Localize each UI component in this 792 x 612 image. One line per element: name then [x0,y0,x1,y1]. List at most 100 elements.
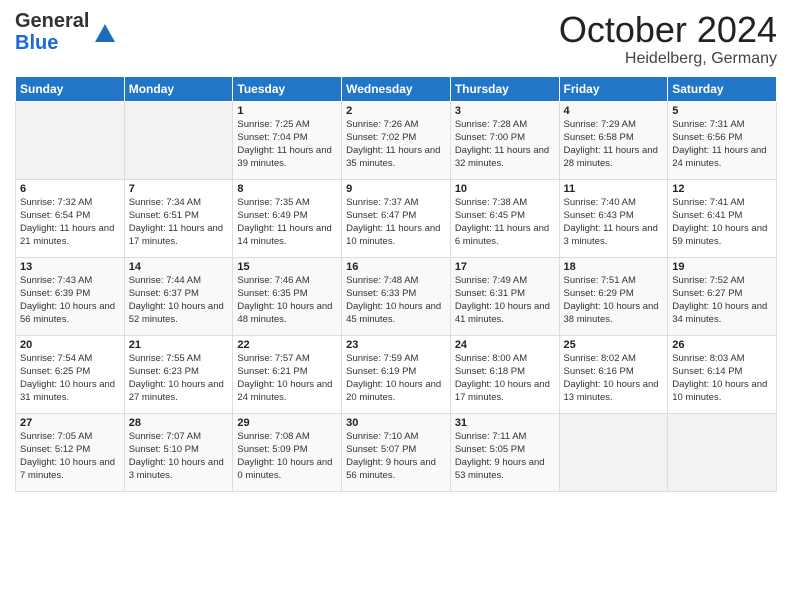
col-saturday: Saturday [668,76,777,101]
day-info: Sunrise: 7:48 AMSunset: 6:33 PMDaylight:… [346,274,446,327]
day-info: Sunrise: 7:46 AMSunset: 6:35 PMDaylight:… [237,274,337,327]
calendar-cell: 25Sunrise: 8:02 AMSunset: 6:16 PMDayligh… [559,335,668,413]
col-thursday: Thursday [450,76,559,101]
day-info: Sunrise: 7:54 AMSunset: 6:25 PMDaylight:… [20,352,120,405]
col-tuesday: Tuesday [233,76,342,101]
calendar-cell: 27Sunrise: 7:05 AMSunset: 5:12 PMDayligh… [16,413,125,491]
calendar-cell: 12Sunrise: 7:41 AMSunset: 6:41 PMDayligh… [668,179,777,257]
day-number: 30 [346,417,446,429]
day-number: 4 [564,105,664,117]
logo-blue-text: Blue [15,32,58,54]
location: Heidelberg, Germany [559,50,777,68]
calendar-week-row: 6Sunrise: 7:32 AMSunset: 6:54 PMDaylight… [16,179,777,257]
day-info: Sunrise: 8:00 AMSunset: 6:18 PMDaylight:… [455,352,555,405]
calendar-cell: 14Sunrise: 7:44 AMSunset: 6:37 PMDayligh… [124,257,233,335]
day-number: 11 [564,183,664,195]
calendar-cell: 3Sunrise: 7:28 AMSunset: 7:00 PMDaylight… [450,101,559,179]
day-number: 20 [20,339,120,351]
calendar-cell: 29Sunrise: 7:08 AMSunset: 5:09 PMDayligh… [233,413,342,491]
calendar-cell: 16Sunrise: 7:48 AMSunset: 6:33 PMDayligh… [342,257,451,335]
day-number: 5 [672,105,772,117]
day-number: 13 [20,261,120,273]
calendar-cell [16,101,125,179]
day-info: Sunrise: 7:08 AMSunset: 5:09 PMDaylight:… [237,430,337,483]
calendar-cell: 9Sunrise: 7:37 AMSunset: 6:47 PMDaylight… [342,179,451,257]
day-number: 28 [129,417,229,429]
calendar-cell: 13Sunrise: 7:43 AMSunset: 6:39 PMDayligh… [16,257,125,335]
calendar-cell: 6Sunrise: 7:32 AMSunset: 6:54 PMDaylight… [16,179,125,257]
day-number: 16 [346,261,446,273]
day-info: Sunrise: 7:55 AMSunset: 6:23 PMDaylight:… [129,352,229,405]
day-number: 26 [672,339,772,351]
day-number: 31 [455,417,555,429]
day-info: Sunrise: 7:28 AMSunset: 7:00 PMDaylight:… [455,118,555,171]
calendar-table: Sunday Monday Tuesday Wednesday Thursday… [15,76,777,492]
day-info: Sunrise: 8:02 AMSunset: 6:16 PMDaylight:… [564,352,664,405]
day-info: Sunrise: 7:49 AMSunset: 6:31 PMDaylight:… [455,274,555,327]
calendar-cell: 22Sunrise: 7:57 AMSunset: 6:21 PMDayligh… [233,335,342,413]
day-number: 25 [564,339,664,351]
day-info: Sunrise: 7:11 AMSunset: 5:05 PMDaylight:… [455,430,555,483]
day-number: 18 [564,261,664,273]
calendar-cell [559,413,668,491]
col-friday: Friday [559,76,668,101]
day-info: Sunrise: 7:07 AMSunset: 5:10 PMDaylight:… [129,430,229,483]
calendar-cell [124,101,233,179]
day-number: 2 [346,105,446,117]
col-sunday: Sunday [16,76,125,101]
calendar-cell: 19Sunrise: 7:52 AMSunset: 6:27 PMDayligh… [668,257,777,335]
day-info: Sunrise: 7:37 AMSunset: 6:47 PMDaylight:… [346,196,446,249]
day-info: Sunrise: 7:40 AMSunset: 6:43 PMDaylight:… [564,196,664,249]
day-info: Sunrise: 7:43 AMSunset: 6:39 PMDaylight:… [20,274,120,327]
calendar-cell: 21Sunrise: 7:55 AMSunset: 6:23 PMDayligh… [124,335,233,413]
calendar-week-row: 13Sunrise: 7:43 AMSunset: 6:39 PMDayligh… [16,257,777,335]
day-number: 15 [237,261,337,273]
calendar-week-row: 20Sunrise: 7:54 AMSunset: 6:25 PMDayligh… [16,335,777,413]
calendar-cell: 24Sunrise: 8:00 AMSunset: 6:18 PMDayligh… [450,335,559,413]
logo-icon [91,18,119,46]
calendar-cell: 31Sunrise: 7:11 AMSunset: 5:05 PMDayligh… [450,413,559,491]
logo: General Blue [15,10,119,54]
day-number: 9 [346,183,446,195]
col-monday: Monday [124,76,233,101]
day-info: Sunrise: 7:59 AMSunset: 6:19 PMDaylight:… [346,352,446,405]
day-info: Sunrise: 7:34 AMSunset: 6:51 PMDaylight:… [129,196,229,249]
calendar-cell: 30Sunrise: 7:10 AMSunset: 5:07 PMDayligh… [342,413,451,491]
calendar-cell: 8Sunrise: 7:35 AMSunset: 6:49 PMDaylight… [233,179,342,257]
calendar-cell: 15Sunrise: 7:46 AMSunset: 6:35 PMDayligh… [233,257,342,335]
calendar-cell: 7Sunrise: 7:34 AMSunset: 6:51 PMDaylight… [124,179,233,257]
month-title: October 2024 [559,10,777,50]
day-info: Sunrise: 7:10 AMSunset: 5:07 PMDaylight:… [346,430,446,483]
day-info: Sunrise: 7:38 AMSunset: 6:45 PMDaylight:… [455,196,555,249]
calendar-week-row: 27Sunrise: 7:05 AMSunset: 5:12 PMDayligh… [16,413,777,491]
day-number: 24 [455,339,555,351]
calendar-week-row: 1Sunrise: 7:25 AMSunset: 7:04 PMDaylight… [16,101,777,179]
calendar-cell [668,413,777,491]
calendar-cell: 28Sunrise: 7:07 AMSunset: 5:10 PMDayligh… [124,413,233,491]
day-info: Sunrise: 7:25 AMSunset: 7:04 PMDaylight:… [237,118,337,171]
day-number: 21 [129,339,229,351]
logo-general-text: General [15,10,89,32]
day-info: Sunrise: 7:29 AMSunset: 6:58 PMDaylight:… [564,118,664,171]
day-info: Sunrise: 7:52 AMSunset: 6:27 PMDaylight:… [672,274,772,327]
day-info: Sunrise: 7:32 AMSunset: 6:54 PMDaylight:… [20,196,120,249]
day-info: Sunrise: 7:26 AMSunset: 7:02 PMDaylight:… [346,118,446,171]
day-info: Sunrise: 7:51 AMSunset: 6:29 PMDaylight:… [564,274,664,327]
day-info: Sunrise: 7:05 AMSunset: 5:12 PMDaylight:… [20,430,120,483]
calendar-cell: 18Sunrise: 7:51 AMSunset: 6:29 PMDayligh… [559,257,668,335]
calendar-cell: 10Sunrise: 7:38 AMSunset: 6:45 PMDayligh… [450,179,559,257]
day-number: 29 [237,417,337,429]
day-info: Sunrise: 8:03 AMSunset: 6:14 PMDaylight:… [672,352,772,405]
col-wednesday: Wednesday [342,76,451,101]
day-number: 17 [455,261,555,273]
day-info: Sunrise: 7:31 AMSunset: 6:56 PMDaylight:… [672,118,772,171]
day-number: 14 [129,261,229,273]
day-info: Sunrise: 7:57 AMSunset: 6:21 PMDaylight:… [237,352,337,405]
calendar-page: General Blue October 2024 Heidelberg, Ge… [0,0,792,612]
day-number: 12 [672,183,772,195]
day-number: 8 [237,183,337,195]
calendar-cell: 5Sunrise: 7:31 AMSunset: 6:56 PMDaylight… [668,101,777,179]
calendar-cell: 26Sunrise: 8:03 AMSunset: 6:14 PMDayligh… [668,335,777,413]
calendar-cell: 1Sunrise: 7:25 AMSunset: 7:04 PMDaylight… [233,101,342,179]
day-info: Sunrise: 7:35 AMSunset: 6:49 PMDaylight:… [237,196,337,249]
